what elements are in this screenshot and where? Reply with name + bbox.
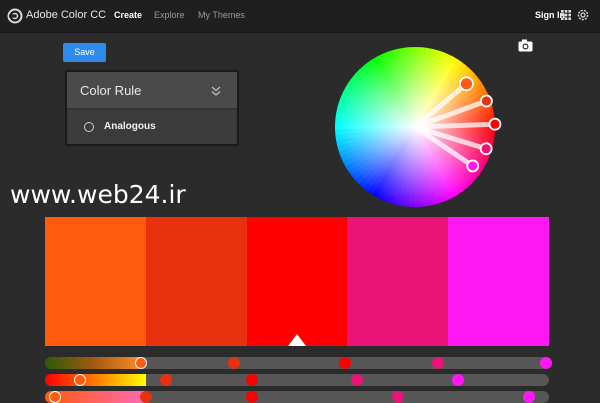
color-slider[interactable] [45, 391, 549, 403]
gear-icon[interactable] [577, 9, 589, 21]
slider-knob[interactable] [159, 374, 172, 386]
slider-knob[interactable] [432, 357, 445, 369]
radio-icon[interactable] [84, 122, 94, 132]
slider-knob[interactable] [139, 391, 152, 403]
wheel-color-handle[interactable] [488, 117, 502, 131]
slider-knob[interactable] [228, 357, 240, 369]
color-slider[interactable] [45, 357, 553, 369]
slider-track-fill [45, 374, 146, 386]
color-swatch[interactable] [145, 217, 247, 346]
slider-knob[interactable] [338, 357, 351, 369]
color-swatch[interactable] [246, 217, 348, 346]
rule-option-analogous[interactable]: Analogous [67, 110, 237, 144]
slider-knob[interactable] [245, 391, 258, 403]
color-rule-header[interactable]: Color Rule [67, 72, 237, 108]
slider-knob[interactable] [540, 357, 553, 369]
color-rule-panel: Color Rule Analogous [65, 70, 239, 146]
app-title: Adobe Color CC [26, 9, 107, 21]
nav-explore[interactable]: Explore [154, 10, 185, 20]
color-swatch[interactable] [347, 217, 449, 346]
rule-option-label: Analogous [104, 121, 156, 132]
slider-knob[interactable] [391, 391, 404, 403]
color-swatches [45, 217, 549, 346]
slider-knob[interactable] [351, 374, 364, 386]
save-button[interactable]: Save [63, 43, 106, 62]
color-wheel[interactable] [325, 37, 505, 217]
slider-knob[interactable] [49, 391, 62, 403]
slider-knob[interactable] [522, 391, 535, 403]
top-bar: Adobe Color CC Create Explore My Themes … [0, 0, 600, 33]
slider-track-fill [45, 357, 141, 369]
chevron-down-icon[interactable] [210, 85, 222, 97]
nav-my-themes[interactable]: My Themes [198, 10, 245, 20]
wheel-color-handle[interactable] [479, 142, 493, 156]
slider-knob[interactable] [245, 374, 258, 386]
adobe-color-logo-icon[interactable] [6, 7, 24, 25]
base-color-marker[interactable] [287, 334, 306, 346]
watermark-text: www.web24.ir [10, 180, 186, 209]
color-rule-title: Color Rule [80, 83, 142, 98]
nav-create[interactable]: Create [114, 10, 142, 20]
wheel-color-handle[interactable] [480, 94, 493, 108]
color-swatch[interactable] [448, 217, 549, 346]
color-slider[interactable] [45, 374, 549, 386]
wheel-color-handle[interactable] [466, 159, 480, 173]
color-swatch[interactable] [45, 217, 146, 346]
slider-knob[interactable] [452, 374, 465, 386]
wheel-spoke [412, 121, 498, 130]
camera-icon[interactable] [518, 39, 533, 52]
grid-icon[interactable] [561, 10, 571, 20]
wheel-color-handle[interactable] [459, 76, 474, 92]
slider-knob[interactable] [134, 357, 147, 369]
